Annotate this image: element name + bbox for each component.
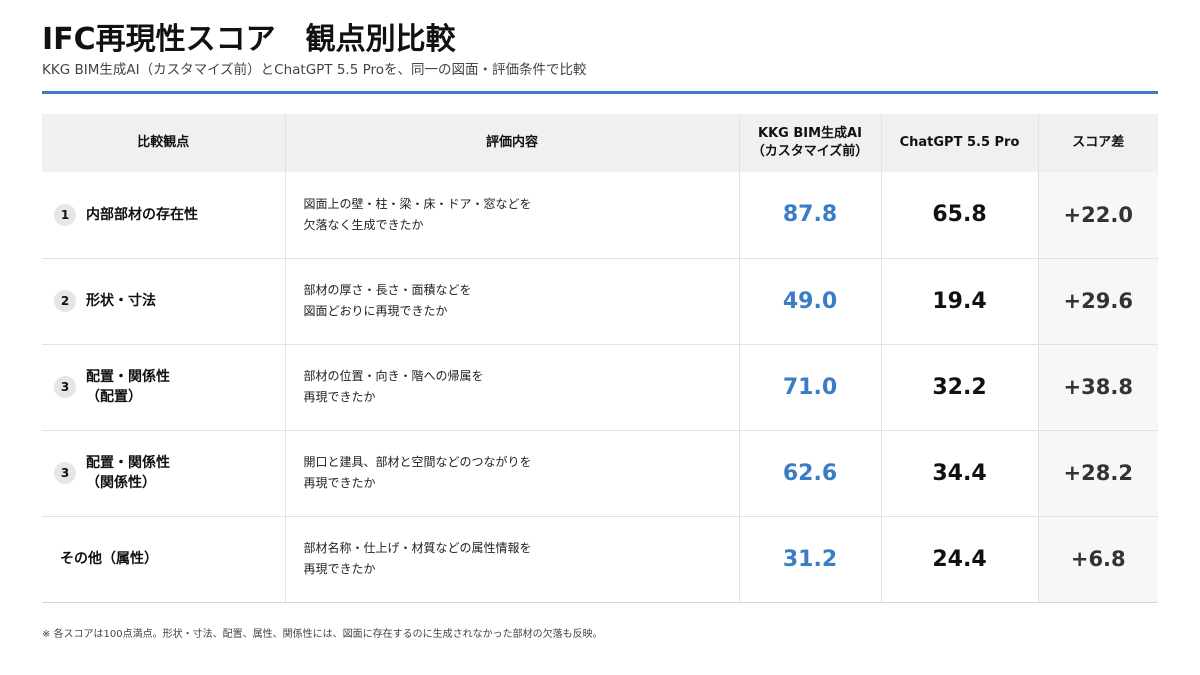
score-diff: +38.8	[1038, 344, 1158, 431]
page-title: IFC再現性スコア 観点別比較	[42, 22, 456, 57]
table-row: その他（属性） 部材名称・仕上げ・材質などの属性情報を 再現できたか 31.2 …	[42, 516, 1158, 603]
evaluation-description: 部材の厚さ・長さ・面積などを 図面どおりに再現できたか	[303, 283, 472, 318]
evaluation-description: 開口と建具、部材と空間などのつながりを 再現できたか	[303, 455, 532, 490]
index-badge: 2	[54, 290, 76, 312]
gpt-score: 24.4	[881, 516, 1039, 603]
score-diff: +29.6	[1038, 258, 1158, 345]
index-badge: 1	[54, 203, 76, 226]
desc-cell: 部材の厚さ・長さ・面積などを 図面どおりに再現できたか	[285, 258, 740, 345]
column-header-axis: 比較観点	[42, 114, 286, 172]
desc-cell: 開口と建具、部材と空間などのつながりを 再現できたか	[285, 430, 740, 517]
table-row: 3 配置・関係性 （配置） 部材の位置・向き・階への帰属を 再現できたか 71.…	[42, 344, 1158, 431]
table-row: 1 内部部材の存在性 図面上の壁・柱・梁・床・ドア・窓などを 欠落なく生成できた…	[42, 172, 1158, 259]
axis-cell: 3 配置・関係性 （配置）	[42, 344, 286, 431]
gpt-score: 19.4	[881, 258, 1039, 345]
index-badge: 3	[54, 376, 76, 398]
comparison-table: 比較観点 評価内容 KKG BIM生成AI （カスタマイズ前） ChatGPT …	[42, 114, 1158, 603]
kkg-score: 71.0	[739, 344, 882, 431]
kkg-score: 62.6	[739, 430, 882, 517]
column-header-gpt: ChatGPT 5.5 Pro	[881, 114, 1039, 172]
axis-label: 形状・寸法	[86, 292, 156, 309]
desc-cell: 部材名称・仕上げ・材質などの属性情報を 再現できたか	[285, 516, 740, 603]
page: IFC再現性スコア 観点別比較 KKG BIM生成AI（カスタマイズ前）とCha…	[0, 0, 1200, 675]
score-diff: +6.8	[1038, 516, 1158, 603]
axis-cell: 2 形状・寸法	[42, 258, 286, 345]
footnote: ※ 各スコアは100点満点。形状・寸法、配置、属性、関係性には、図面に存在するの…	[42, 629, 603, 640]
evaluation-description: 図面上の壁・柱・梁・床・ドア・窓などを 欠落なく生成できたか	[303, 196, 532, 232]
axis-label: 配置・関係性 （配置）	[86, 368, 170, 405]
gpt-score: 32.2	[881, 344, 1039, 431]
score-diff: +28.2	[1038, 430, 1158, 517]
column-header-kkg: KKG BIM生成AI （カスタマイズ前）	[739, 114, 882, 172]
gpt-score: 34.4	[881, 430, 1039, 517]
axis-cell: その他（属性）	[42, 516, 286, 603]
table-header-row: 比較観点 評価内容 KKG BIM生成AI （カスタマイズ前） ChatGPT …	[42, 114, 1158, 172]
desc-cell: 部材の位置・向き・階への帰属を 再現できたか	[285, 344, 740, 431]
evaluation-description: 部材名称・仕上げ・材質などの属性情報を 再現できたか	[303, 541, 532, 576]
axis-label: 配置・関係性 （関係性）	[86, 454, 170, 491]
kkg-score: 49.0	[739, 258, 882, 345]
kkg-score: 87.8	[739, 172, 882, 259]
desc-cell: 図面上の壁・柱・梁・床・ドア・窓などを 欠落なく生成できたか	[285, 172, 740, 259]
page-subtitle: KKG BIM生成AI（カスタマイズ前）とChatGPT 5.5 Proを、同一…	[42, 62, 587, 78]
table-row: 3 配置・関係性 （関係性） 開口と建具、部材と空間などのつながりを 再現できた…	[42, 430, 1158, 517]
axis-cell: 3 配置・関係性 （関係性）	[42, 430, 286, 517]
score-diff: +22.0	[1038, 172, 1158, 259]
column-header-diff: スコア差	[1038, 114, 1158, 172]
evaluation-description: 部材の位置・向き・階への帰属を 再現できたか	[303, 369, 484, 404]
column-header-desc: 評価内容	[285, 114, 740, 172]
index-badge: 3	[54, 462, 76, 484]
gpt-score: 65.8	[881, 172, 1039, 259]
title-divider	[42, 91, 1158, 94]
axis-cell: 1 内部部材の存在性	[42, 172, 286, 259]
axis-label: 内部部材の存在性	[86, 206, 198, 223]
kkg-score: 31.2	[739, 516, 882, 603]
table-row: 2 形状・寸法 部材の厚さ・長さ・面積などを 図面どおりに再現できたか 49.0…	[42, 258, 1158, 345]
axis-label: その他（属性）	[60, 550, 158, 567]
